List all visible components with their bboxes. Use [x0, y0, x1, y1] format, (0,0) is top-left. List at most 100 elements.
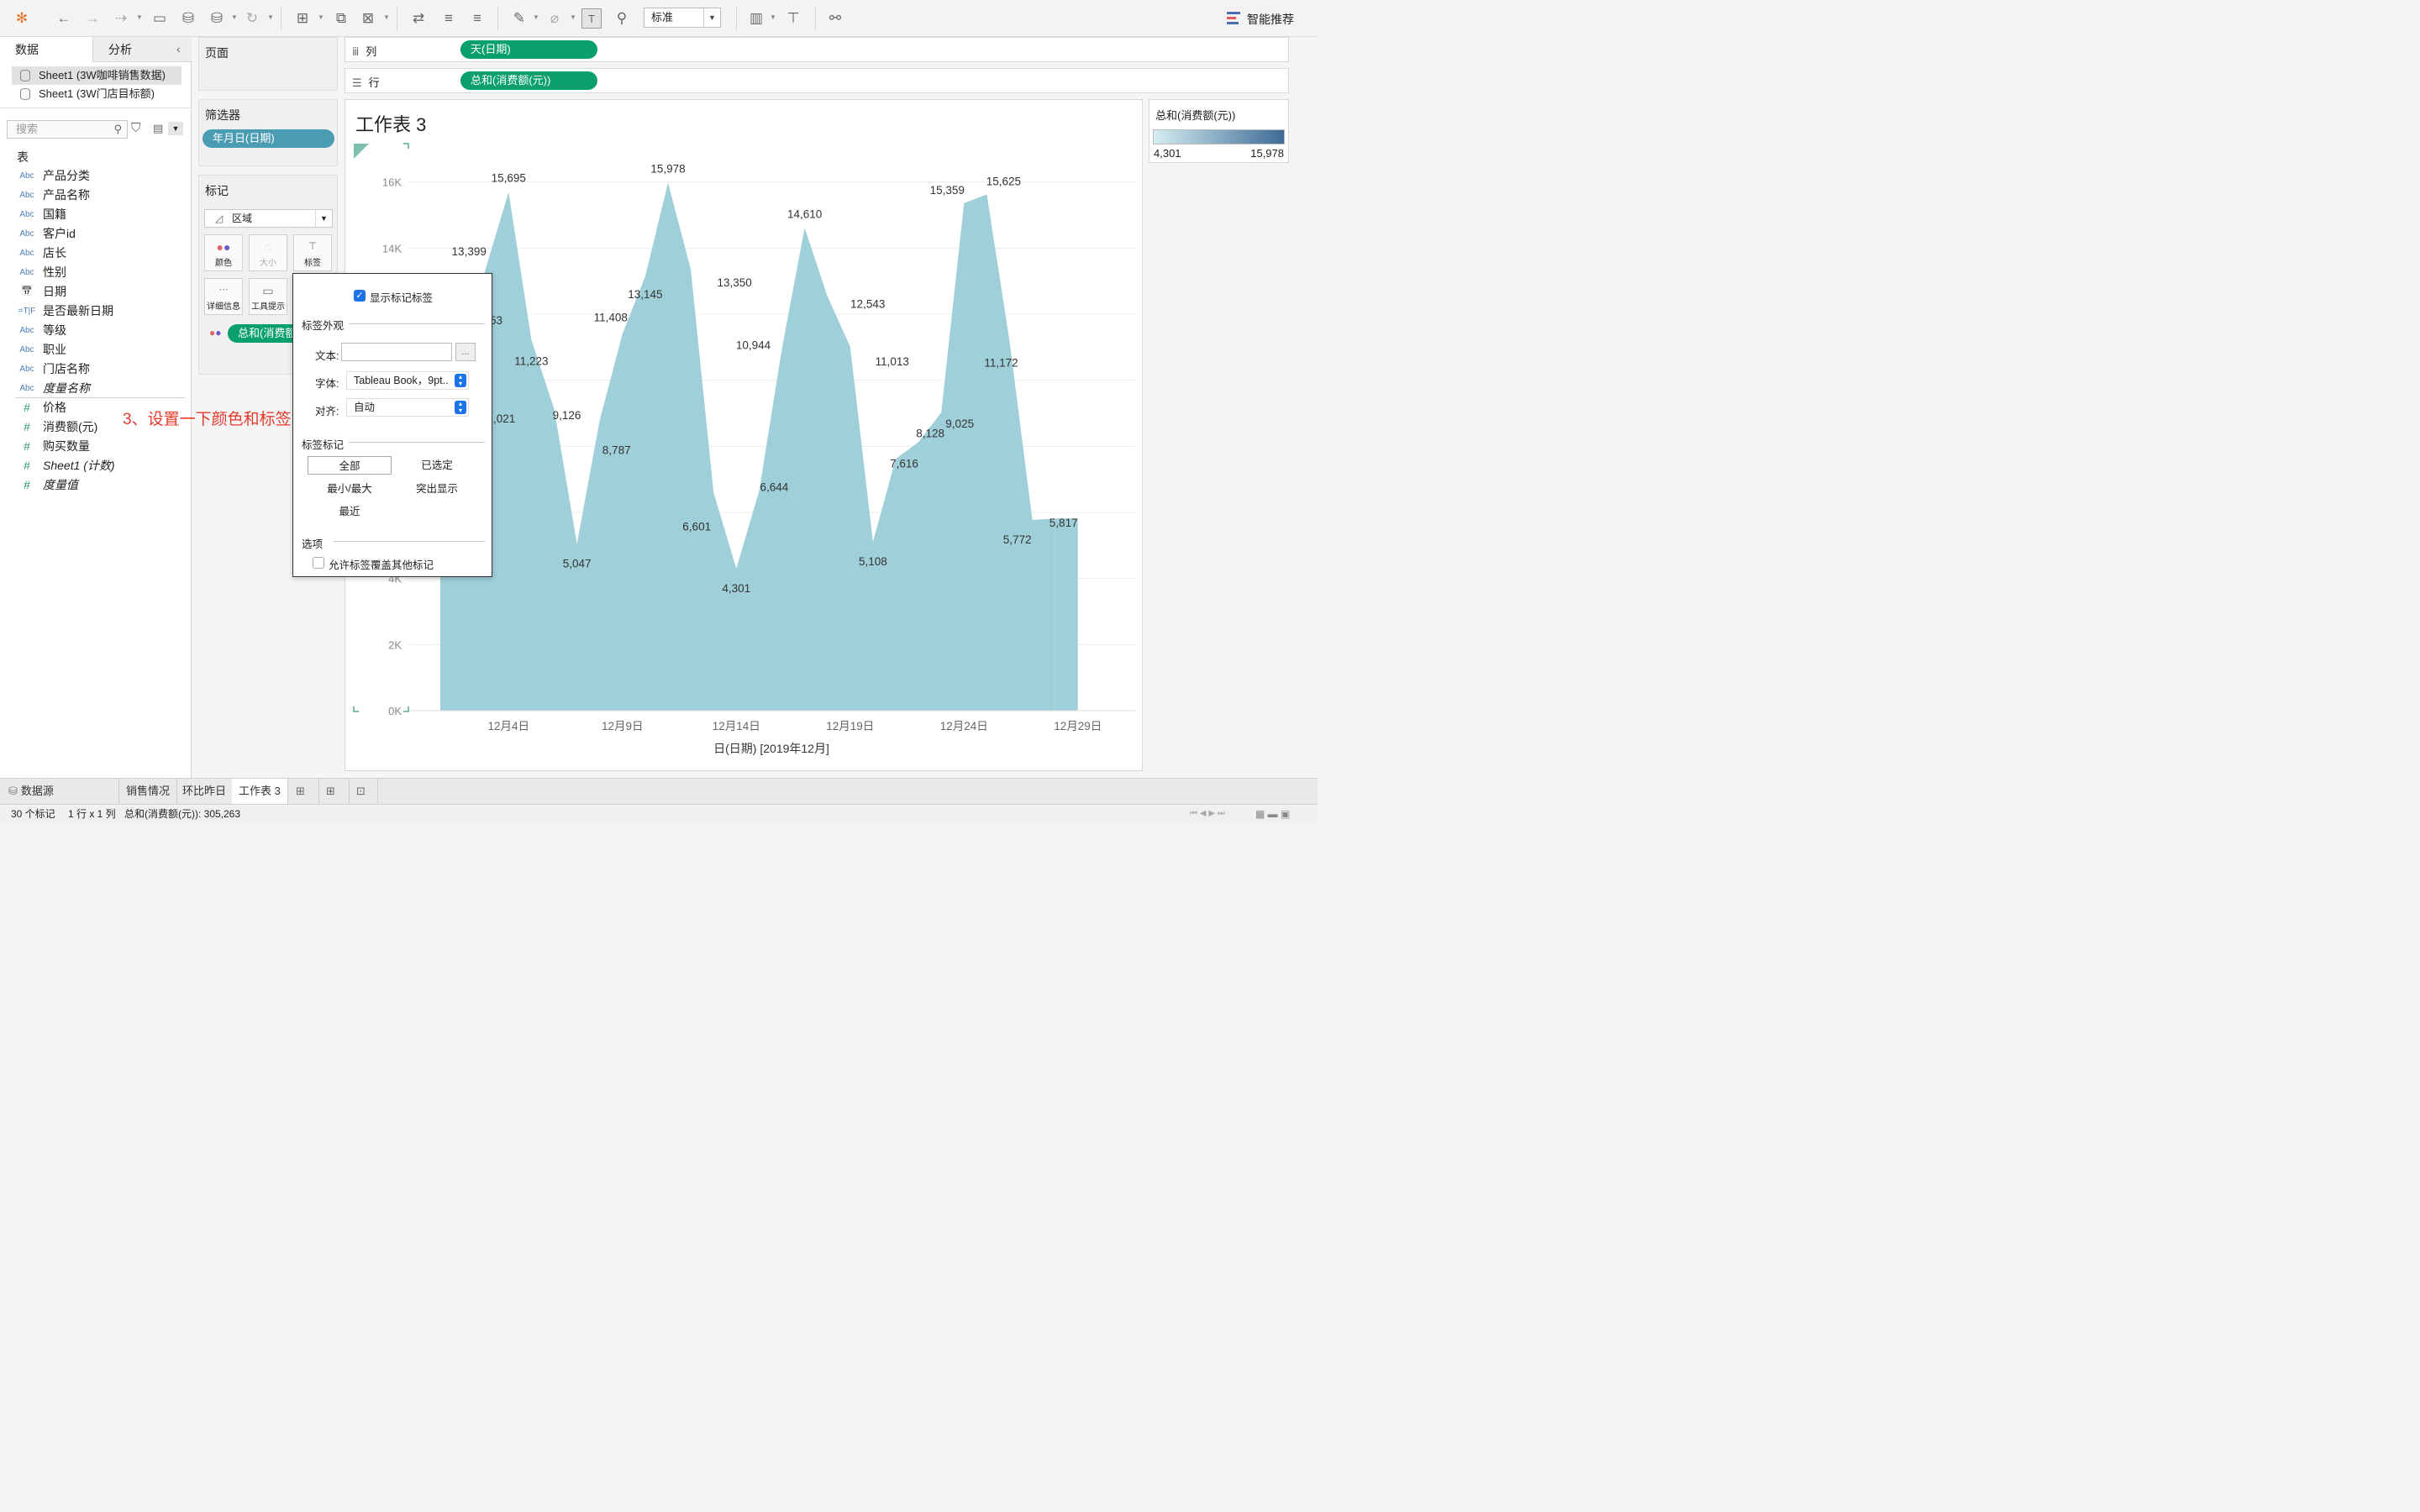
show-me-label[interactable]: 智能推荐	[1247, 11, 1294, 28]
number-type-icon: #	[24, 478, 30, 491]
rows-shelf[interactable]: ☰ 行 总和(消费额(元))	[345, 68, 1289, 93]
dimension-field[interactable]: Abc 职业	[0, 340, 190, 360]
dimension-field[interactable]: Abc 等级	[0, 321, 190, 340]
columns-shelf[interactable]: ⅲ列 天(日期)	[345, 37, 1289, 62]
option-highlighted[interactable]: 突出显示	[395, 480, 479, 498]
size-button[interactable]: ◌ 大小	[249, 234, 287, 271]
color-button[interactable]: ●● 颜色	[204, 234, 243, 271]
option-selected[interactable]: 已选定	[395, 456, 479, 475]
refresh-icon[interactable]: ↻	[242, 8, 262, 29]
chevron-down-icon[interactable]: ▼	[267, 13, 274, 21]
chevron-down-icon[interactable]: ▼	[570, 13, 576, 21]
measure-field[interactable]: # Sheet1 (计数)	[0, 456, 190, 475]
data-label: 14,610	[787, 207, 822, 220]
tab-datasource[interactable]: ⛁ 数据源	[0, 779, 119, 804]
new-worksheet-icon[interactable]: ⊞	[292, 8, 313, 29]
new-datasource-icon[interactable]: ⛁	[178, 8, 198, 29]
sheet-navigation-icon[interactable]: ⏮ ◀ ▶ ⏭	[1190, 805, 1225, 823]
pause-updates-icon[interactable]: ⛁	[207, 8, 227, 29]
undo-icon[interactable]: ←	[54, 8, 74, 29]
presentation-icon[interactable]: ⊤	[783, 8, 803, 29]
replay-icon[interactable]: ⇢	[111, 8, 131, 29]
label-popover: ✓ 显示标记标签 标签外观 文本: ... 字体: Tableau Book，9…	[292, 273, 492, 577]
redo-icon[interactable]: →	[82, 8, 103, 29]
x-tick-label: 12月4日	[488, 720, 530, 732]
chevron-down-icon[interactable]: ▼	[168, 122, 183, 135]
measure-field[interactable]: # 度量值	[0, 475, 190, 495]
list-view-icon[interactable]: ▤	[153, 122, 163, 135]
dimension-field[interactable]: Abc 产品分类	[0, 166, 190, 186]
tab-sales[interactable]: 销售情况	[119, 779, 178, 804]
group-icon[interactable]: ⌀	[544, 8, 565, 29]
filters-card[interactable]: 筛选器 年月日(日期)	[198, 99, 338, 166]
sheet-view-icon[interactable]: ▦ ▬ ▣	[1255, 805, 1290, 823]
measure-field[interactable]: # 购买数量	[0, 437, 190, 456]
text-edit-button[interactable]: ...	[455, 343, 476, 361]
highlight-icon[interactable]: ✎	[509, 8, 529, 29]
text-input[interactable]	[341, 343, 452, 361]
chevron-down-icon[interactable]: ▼	[136, 13, 143, 21]
mark-type-value: 区域	[232, 213, 253, 224]
dimension-field[interactable]: Abc 店长	[0, 244, 190, 263]
filter-icon[interactable]: ⛉	[131, 121, 140, 135]
pages-card[interactable]: 页面	[198, 37, 338, 91]
new-story-icon[interactable]: ⊡	[350, 779, 378, 804]
chevron-down-icon[interactable]: ▼	[231, 13, 238, 21]
collapse-panel-icon[interactable]: ‹	[176, 42, 181, 55]
swap-icon[interactable]: ⇄	[408, 8, 429, 29]
detail-button[interactable]: ⋯ 详细信息	[204, 278, 243, 315]
string-type-icon: Abc	[19, 365, 34, 374]
font-select[interactable]: Tableau Book，9pt.. ▴ ▾	[346, 371, 469, 390]
chevron-down-icon[interactable]: ▼	[383, 13, 390, 21]
view-mode-select[interactable]: 标准 ▼	[644, 8, 721, 28]
chevron-down-icon[interactable]: ▼	[533, 13, 539, 21]
fit-icon[interactable]: ▥	[746, 8, 766, 29]
sort-descending-icon[interactable]: ≡	[467, 8, 487, 29]
option-min-max[interactable]: 最小/最大	[308, 480, 392, 498]
search-input[interactable]: 搜索 ⚲	[7, 120, 128, 139]
dimension-field[interactable]: =T|F 是否最新日期	[0, 302, 190, 321]
new-worksheet-icon[interactable]: ⊞	[289, 779, 319, 804]
filter-pill[interactable]: 年月日(日期)	[203, 129, 334, 148]
datasource-item[interactable]: Sheet1 (3W门店目标额)	[12, 85, 182, 103]
tooltip-button[interactable]: ▭ 工具提示	[249, 278, 287, 315]
dimension-field[interactable]: 📅 日期	[0, 282, 190, 302]
rows-pill[interactable]: 总和(消费额(元))	[460, 71, 597, 90]
chevron-updown-icon: ▴ ▾	[455, 401, 466, 414]
tableau-logo-icon[interactable]: ✻	[12, 8, 32, 29]
new-dashboard-icon[interactable]: ⊞	[319, 779, 350, 804]
align-select[interactable]: 自动 ▴ ▾	[346, 398, 469, 417]
dimension-field[interactable]: Abc 客户id	[0, 224, 190, 244]
dimension-field[interactable]: Abc 产品名称	[0, 186, 190, 205]
show-me-icon[interactable]	[1227, 10, 1242, 25]
save-icon[interactable]: ▭	[150, 8, 170, 29]
show-labels-checkbox[interactable]: ✓	[354, 290, 366, 302]
option-most-recent[interactable]: 最近	[308, 502, 392, 521]
chevron-down-icon[interactable]: ▼	[318, 13, 324, 21]
color-legend[interactable]: 总和(消费额(元)) 4,301 15,978	[1149, 99, 1289, 163]
dimension-field[interactable]: Abc 国籍	[0, 205, 190, 224]
sort-ascending-icon[interactable]: ≡	[439, 8, 459, 29]
field-name: 性别	[43, 265, 66, 279]
show-labels-icon[interactable]: T	[581, 8, 602, 29]
string-type-icon: Abc	[19, 191, 34, 200]
dimension-field[interactable]: Abc 度量名称	[0, 379, 190, 398]
chevron-down-icon[interactable]: ▼	[770, 13, 776, 21]
option-all[interactable]: 全部	[308, 456, 392, 475]
datasource-item[interactable]: Sheet1 (3W咖啡销售数据)	[12, 66, 182, 85]
clear-sheet-icon[interactable]: ⊠	[358, 8, 378, 29]
dimension-field[interactable]: Abc 门店名称	[0, 360, 190, 379]
tab-dod[interactable]: 环比昨日	[176, 779, 234, 804]
columns-shelf-label: ⅲ列	[352, 45, 377, 58]
tab-sheet3[interactable]: 工作表 3	[232, 779, 288, 804]
toolbar: ✻ ← → ⇢ ▼ ▭ ⛁ ⛁ ▼ ↻ ▼ ⊞ ▼ ⧉ ⊠ ▼ ⇄ ≡ ≡ ✎ …	[0, 0, 1318, 37]
mark-type-select[interactable]: ◿ 区域 ▼	[204, 209, 333, 228]
dimension-field[interactable]: Abc 性别	[0, 263, 190, 282]
allow-overlap-checkbox[interactable]	[313, 557, 324, 569]
share-icon[interactable]: ⚯	[825, 8, 845, 29]
duplicate-sheet-icon[interactable]: ⧉	[331, 8, 351, 29]
pin-icon[interactable]: ⚲	[612, 8, 632, 29]
columns-pill[interactable]: 天(日期)	[460, 40, 597, 59]
label-button[interactable]: ⊤ 标签	[293, 234, 332, 271]
tab-data[interactable]: 数据	[0, 37, 92, 62]
